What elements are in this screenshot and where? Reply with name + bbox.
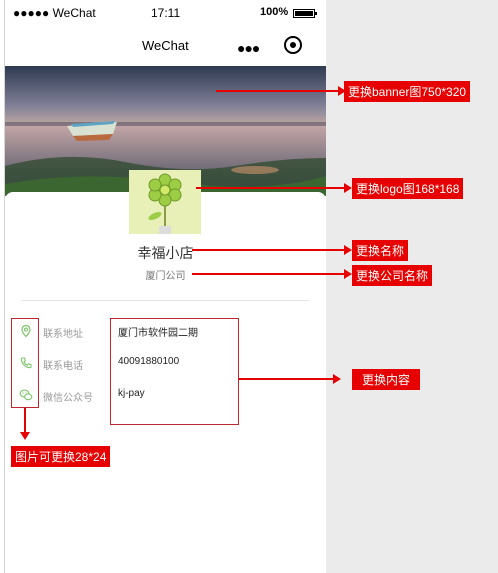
- arrow-head-icon: [344, 245, 352, 255]
- callout-company: 更换公司名称: [352, 265, 433, 286]
- info-label: 联系电话: [43, 361, 83, 372]
- nav-bar: WeChat ●●●: [5, 26, 326, 66]
- battery-icon: [293, 9, 317, 18]
- more-dots-icon[interactable]: ●●●: [237, 40, 260, 56]
- phone-screen: ●●●●● WeChat 17:11 100% WeChat ●●● 幸福小店 …: [4, 0, 327, 573]
- record-target-icon[interactable]: [284, 36, 302, 54]
- arrow-head-icon: [344, 269, 352, 279]
- icons-highlight-box: [11, 318, 39, 408]
- arrow-line: [24, 408, 26, 434]
- arrow-head-icon: [344, 183, 352, 193]
- arrow-line: [196, 187, 346, 189]
- arrow-head-icon: [20, 432, 30, 440]
- shop-name: 幸福小店: [137, 245, 194, 261]
- divider: [22, 300, 309, 301]
- arrow-line: [239, 378, 335, 380]
- info-label: 微信公众号: [43, 393, 93, 404]
- shop-logo: [129, 170, 201, 234]
- carrier-signal: ●●●●● WeChat: [13, 6, 96, 20]
- nav-title: WeChat: [142, 38, 189, 53]
- status-time: 17:11: [151, 6, 181, 20]
- arrow-line: [192, 273, 346, 275]
- status-bar: ●●●●● WeChat 17:11 100%: [5, 0, 326, 26]
- flower-logo-graphic: [129, 170, 201, 234]
- info-label: 联系地址: [43, 329, 83, 340]
- content-highlight-box: [110, 318, 239, 425]
- callout-name: 更换名称: [352, 240, 409, 261]
- callout-content: 更换内容: [352, 369, 421, 390]
- arrow-head-icon: [333, 374, 341, 384]
- arrow-line: [216, 90, 340, 92]
- callout-banner: 更换banner图750*320: [344, 81, 471, 102]
- battery-percentage: 100%: [260, 6, 289, 18]
- callout-logo: 更换logo图168*168: [352, 178, 464, 199]
- callout-icons: 图片可更换28*24: [11, 446, 111, 467]
- arrow-line: [192, 249, 346, 251]
